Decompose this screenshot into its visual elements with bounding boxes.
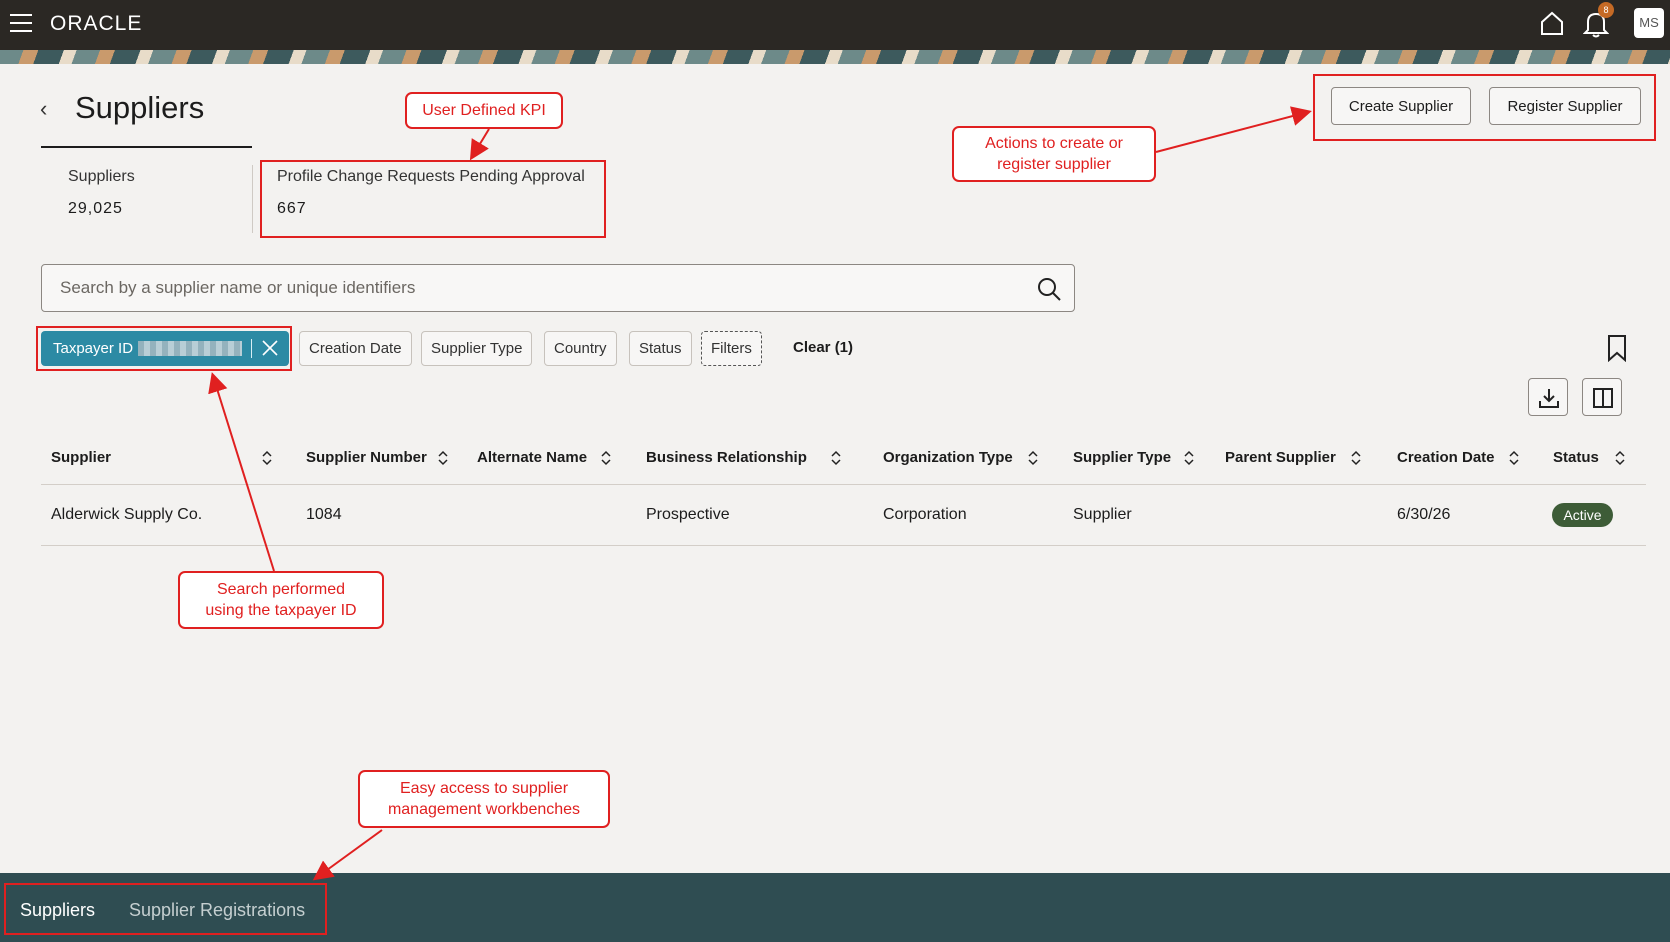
column-header-alternate-name[interactable]: Alternate Name [477,449,587,466]
cell-organization-type: Corporation [883,506,967,523]
download-button[interactable] [1528,378,1568,416]
filter-chip-status[interactable]: Status [629,331,692,366]
header-divider [41,484,1646,485]
back-chevron-icon[interactable]: ‹ [40,96,47,122]
annotation-search: Search performed using the taxpayer ID [178,571,384,629]
kpi-divider [252,165,253,233]
page-title: Suppliers [75,90,205,125]
sort-icon[interactable] [1508,449,1520,467]
sort-icon[interactable] [1350,449,1362,467]
column-header-supplier-number[interactable]: Supplier Number [306,449,427,466]
column-header-business-relationship[interactable]: Business Relationship [646,449,807,466]
footer-highlight-box [4,883,327,935]
sort-icon[interactable] [261,449,273,467]
download-icon [1539,389,1559,408]
row-divider [41,545,1646,546]
columns-button[interactable] [1582,378,1622,416]
annotation-actions: Actions to create or register supplier [952,126,1156,182]
filter-chip-country[interactable]: Country [544,331,617,366]
notification-badge: 8 [1598,2,1614,18]
status-badge: Active [1552,503,1613,527]
cell-creation-date: 6/30/26 [1397,506,1451,523]
search-icon[interactable] [1036,276,1062,302]
sort-icon[interactable] [830,449,842,467]
sort-icon[interactable] [600,449,612,467]
column-header-supplier-type[interactable]: Supplier Type [1073,449,1171,466]
search-bar [41,264,1075,312]
bookmark-icon[interactable] [1605,334,1629,362]
columns-icon [1593,388,1613,408]
sort-icon[interactable] [1614,449,1626,467]
filters-button[interactable]: Filters [701,331,762,366]
title-underline [41,146,252,148]
search-input[interactable] [42,265,1002,311]
filter-chip-supplier-type[interactable]: Supplier Type [421,331,533,366]
sort-icon[interactable] [1183,449,1195,467]
filter-chip-creation-date[interactable]: Creation Date [299,331,412,366]
annotation-workbench: Easy access to supplier management workb… [358,770,610,828]
kpi-label: Suppliers [68,168,135,185]
annotation-arrows [208,106,1312,881]
cell-supplier-type: Supplier [1073,506,1132,523]
chip-highlight-box [36,326,292,371]
home-icon[interactable] [1539,10,1565,36]
kpi-highlight-box [260,160,606,238]
column-header-supplier[interactable]: Supplier [51,449,111,466]
column-header-creation-date[interactable]: Creation Date [1397,449,1495,466]
cell-supplier[interactable]: Alderwick Supply Co. [51,506,202,524]
cell-supplier-number: 1084 [306,506,342,523]
global-header: ORACLE 8 MS [0,0,1670,50]
sort-icon[interactable] [1027,449,1039,467]
oracle-logo: ORACLE [50,12,143,35]
kpi-value: 29,025 [68,200,123,217]
actions-highlight-box [1313,74,1656,141]
clear-filters-link[interactable]: Clear (1) [793,339,853,356]
column-header-organization-type[interactable]: Organization Type [883,449,1013,466]
user-avatar[interactable]: MS [1634,8,1664,38]
annotation-user-defined-kpi: User Defined KPI [405,92,563,129]
sort-icon[interactable] [437,449,449,467]
menu-icon[interactable] [10,14,32,32]
cell-business-relationship: Prospective [646,506,730,523]
kpi-suppliers[interactable]: Suppliers 29,025 [68,168,135,218]
column-header-parent-supplier[interactable]: Parent Supplier [1225,449,1336,466]
decorative-banner [0,50,1670,64]
column-header-status[interactable]: Status [1553,449,1599,466]
